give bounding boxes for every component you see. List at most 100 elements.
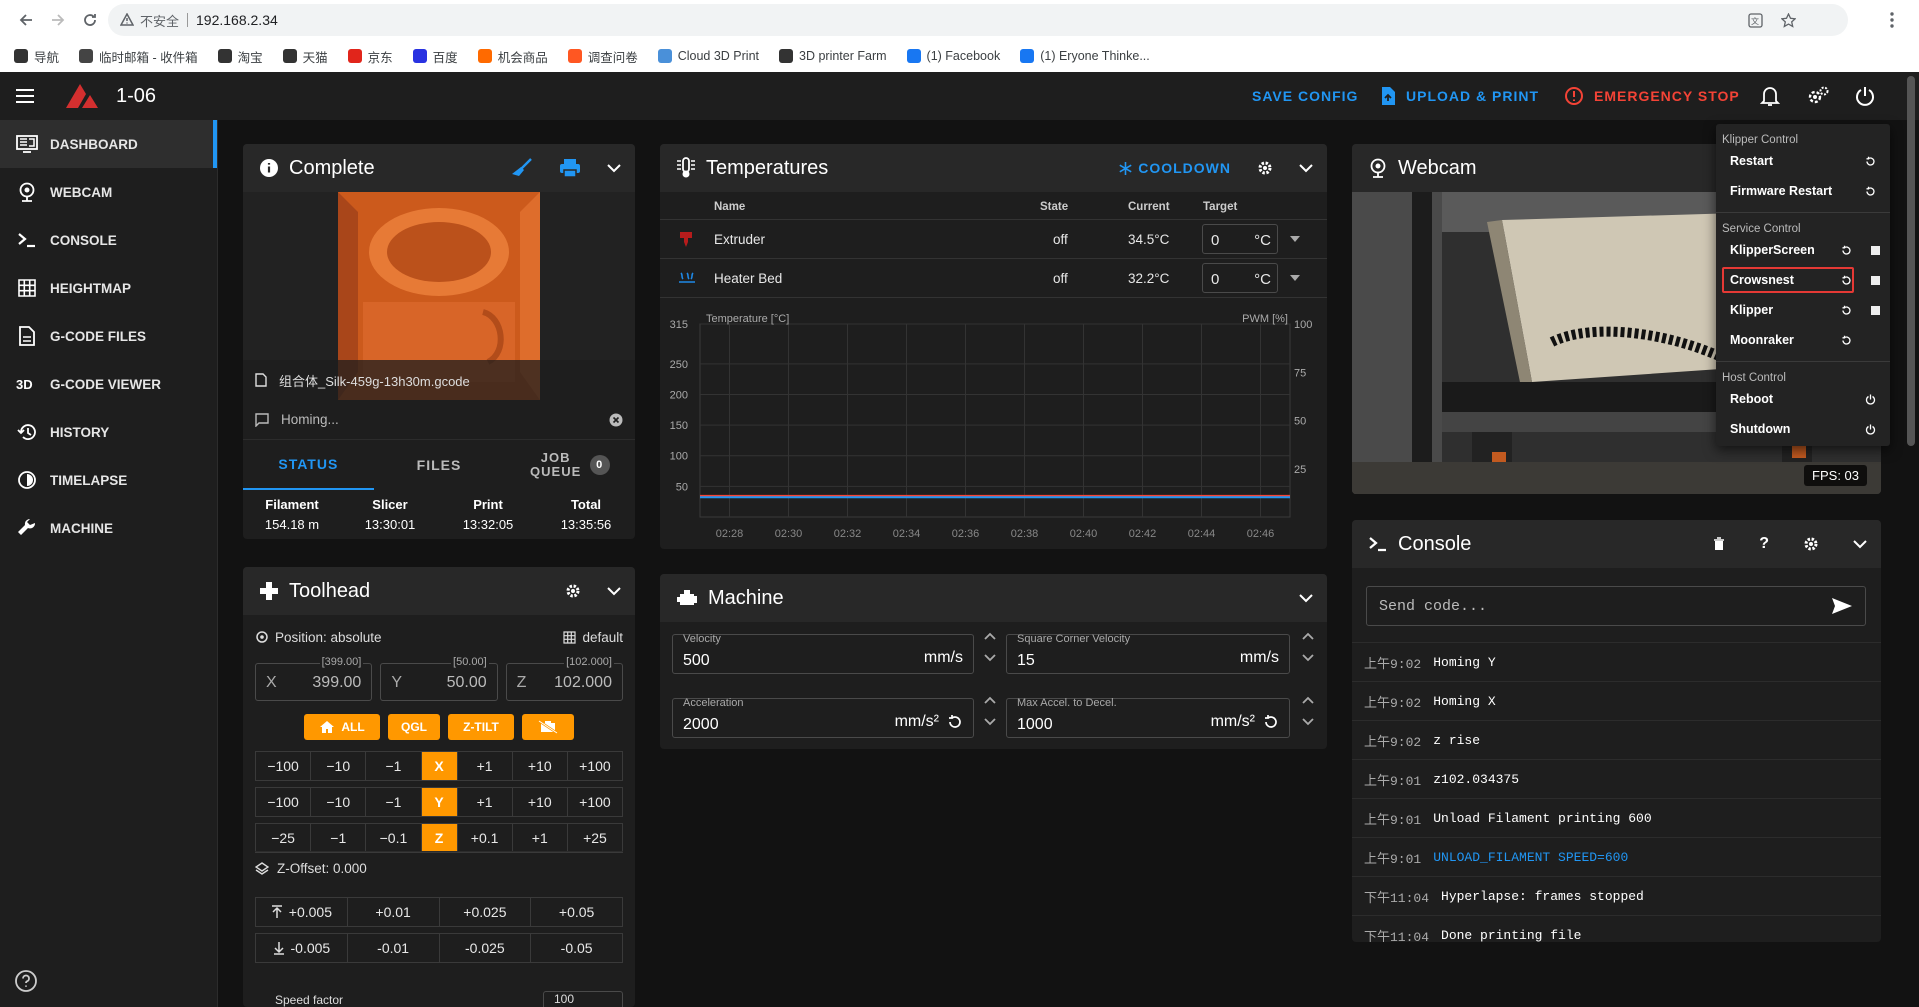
sidebar-item-console[interactable]: CONSOLE [0, 216, 217, 264]
chevron-down-icon[interactable] [1302, 654, 1318, 662]
z-tilt-button[interactable]: Z-TILT [448, 714, 514, 740]
chevron-down-icon[interactable] [984, 718, 1000, 726]
sidebar-item-webcam[interactable]: WEBCAM [0, 168, 217, 216]
speed-factor-input[interactable]: 100 [543, 991, 623, 1007]
chevron-down-icon[interactable] [607, 586, 621, 596]
bookmark-item[interactable]: 京东 [347, 47, 393, 66]
z-offset-button[interactable]: +0.05 [531, 898, 622, 926]
axis-position-x[interactable]: [399.00] X 399.00 [255, 656, 373, 701]
gear-icon[interactable] [565, 583, 581, 599]
velocity-field[interactable]: Velocity 500 mm/s [672, 633, 974, 674]
acceleration-field[interactable]: Acceleration 2000 mm/s² [672, 697, 974, 738]
stop-icon[interactable] [1871, 305, 1880, 315]
caret-down-icon[interactable] [1290, 275, 1300, 281]
sidebar-item-g-code-viewer[interactable]: 3D G-CODE VIEWER [0, 360, 217, 408]
gear-icon[interactable] [1257, 160, 1273, 176]
heater-target-input[interactable]: 0 °C [1202, 224, 1278, 254]
position-mode[interactable]: Position: absolute [275, 630, 382, 645]
jog-button[interactable]: +1 [458, 788, 513, 816]
z-offset-button[interactable]: +0.01 [348, 898, 440, 926]
profile-select[interactable]: default [563, 630, 623, 645]
jog-button[interactable]: −1 [366, 788, 422, 816]
service-item-moonraker[interactable]: Moonraker [1716, 325, 1890, 355]
jog-button[interactable]: +25 [568, 824, 622, 852]
jog-button[interactable]: −25 [256, 824, 312, 852]
cooldown-button[interactable]: COOLDOWN [1119, 160, 1231, 176]
z-offset-button[interactable]: +0.005 [256, 898, 348, 926]
heater-target-input[interactable]: 0 °C [1202, 263, 1278, 293]
bookmark-item[interactable]: 机会商品 [477, 47, 548, 66]
close-circle-icon[interactable] [609, 413, 623, 427]
square-corner-velocity-field[interactable]: Square Corner Velocity 15 mm/s [1006, 633, 1290, 674]
sidebar-item-timelapse[interactable]: TIMELAPSE [0, 456, 217, 504]
bookmark-star-icon[interactable] [1781, 13, 1796, 28]
restart-icon[interactable] [1841, 305, 1852, 316]
forward-icon[interactable] [42, 4, 74, 36]
power-icon[interactable] [1854, 72, 1876, 120]
chevron-down-icon[interactable] [607, 163, 621, 173]
z-offset-button[interactable]: -0.05 [531, 934, 622, 962]
restart-icon[interactable] [1841, 245, 1852, 256]
max-accel-to-decel-field[interactable]: Max Accel. to Decel. 1000 mm/s² [1006, 697, 1290, 738]
send-icon[interactable] [1831, 597, 1853, 615]
help-circle-icon[interactable] [14, 969, 38, 993]
emergency-stop-button[interactable]: EMERGENCY STOP [1564, 72, 1740, 120]
axis-position-z[interactable]: [102.000] Z 102.000 [505, 656, 623, 701]
jog-axis-z[interactable]: Z [421, 824, 458, 852]
stop-icon[interactable] [1871, 275, 1880, 285]
sidebar-item-dashboard[interactable]: DASHBOARD [0, 120, 217, 168]
bookmark-item[interactable]: 天猫 [282, 47, 328, 66]
heater-name[interactable]: Heater Bed [714, 271, 782, 286]
jog-axis-y[interactable]: Y [421, 788, 458, 816]
console-text[interactable]: UNLOAD_FILAMENT SPEED=600 [1433, 850, 1628, 865]
bookmark-item[interactable]: 临时邮箱 - 收件箱 [79, 47, 198, 66]
bookmark-item[interactable]: 百度 [412, 47, 458, 66]
back-icon[interactable] [10, 4, 42, 36]
printer-name[interactable]: 1-06 [116, 85, 156, 108]
menu-item-reboot[interactable]: Reboot [1716, 384, 1890, 414]
bookmark-item[interactable]: 3D printer Farm [779, 49, 887, 63]
menu-item-restart[interactable]: Restart [1716, 146, 1890, 176]
trash-icon[interactable] [1713, 537, 1725, 551]
bookmark-item[interactable]: 淘宝 [217, 47, 263, 66]
tab-job-queue[interactable]: JOB QUEUE 0 [504, 440, 635, 490]
tab-status[interactable]: STATUS [243, 440, 374, 490]
chevron-down-icon[interactable] [1302, 718, 1318, 726]
help-icon[interactable]: ? [1759, 535, 1769, 553]
upload-print-button[interactable]: UPLOAD & PRINT [1380, 72, 1539, 120]
chevron-down-icon[interactable] [1299, 593, 1313, 603]
bookmark-item[interactable]: (1) Eryone Thinke... [1020, 49, 1150, 63]
qgl-button[interactable]: QGL [388, 714, 440, 740]
sidebar-item-heightmap[interactable]: HEIGHTMAP [0, 264, 217, 312]
restart-icon[interactable] [1841, 335, 1852, 346]
cogs-icon[interactable] [1806, 72, 1830, 120]
bookmark-item[interactable]: Cloud 3D Print [657, 49, 759, 63]
menu-icon[interactable] [0, 72, 50, 120]
velocity-stepper[interactable] [984, 632, 1000, 662]
chevron-down-icon[interactable] [984, 654, 1000, 662]
chevron-up-icon[interactable] [984, 696, 1000, 704]
stop-icon[interactable] [1871, 245, 1880, 255]
chevron-down-icon[interactable] [1299, 163, 1313, 173]
bookmark-item[interactable]: (1) Facebook [906, 49, 1000, 63]
browser-menu-icon[interactable] [1877, 4, 1907, 36]
jog-button[interactable]: +100 [568, 752, 622, 780]
jog-button[interactable]: −0.1 [366, 824, 422, 852]
service-item-klipperscreen[interactable]: KlipperScreen [1716, 235, 1890, 265]
sidebar-item-history[interactable]: HISTORY [0, 408, 217, 456]
jog-axis-x[interactable]: X [421, 752, 458, 780]
z-offset-button[interactable]: -0.005 [256, 934, 348, 962]
caret-down-icon[interactable] [1290, 236, 1300, 242]
chevron-up-icon[interactable] [1302, 632, 1318, 640]
heater-name[interactable]: Extruder [714, 232, 765, 247]
jog-button[interactable]: −10 [311, 788, 367, 816]
service-item-crowsnest[interactable]: Crowsnest [1716, 265, 1890, 295]
jog-button[interactable]: −1 [366, 752, 422, 780]
chevron-down-icon[interactable] [1853, 539, 1867, 549]
jog-button[interactable]: +1 [458, 752, 513, 780]
menu-item-shutdown[interactable]: Shutdown [1716, 414, 1890, 444]
gear-icon[interactable] [1803, 536, 1819, 552]
jog-button[interactable]: −1 [311, 824, 367, 852]
jog-button[interactable]: −10 [311, 752, 367, 780]
translate-icon[interactable]: 文 [1748, 13, 1763, 28]
